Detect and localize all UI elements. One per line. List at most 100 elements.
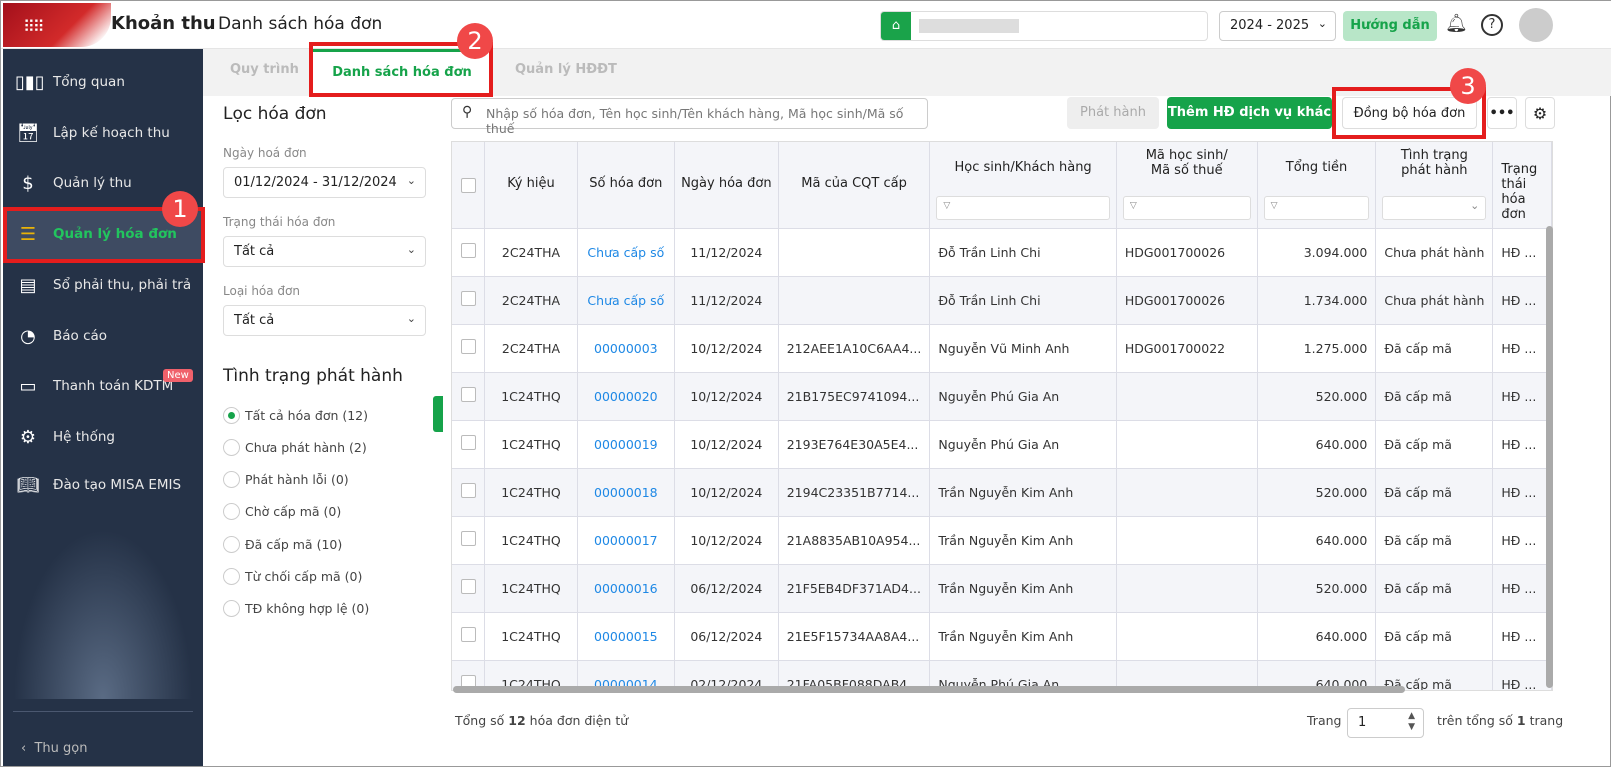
sidebar-item-training[interactable]: 📖︎ Đào tạo MISA EMIS bbox=[3, 460, 203, 510]
cell-invoice-date: 10/12/2024 bbox=[674, 420, 779, 469]
row-checkbox[interactable] bbox=[452, 276, 486, 325]
col-issue-status[interactable]: Tình trạng phát hành ⌄ bbox=[1375, 142, 1494, 229]
sidebar-item-label: Đào tạo MISA EMIS bbox=[53, 477, 182, 493]
radio-issue-error[interactable]: Phát hành lỗi (0) bbox=[223, 471, 349, 488]
table-row[interactable]: 2C24THA 00000003 10/12/2024 212AEE1A10C6AA4… bbox=[452, 324, 1552, 373]
cell-invoice-number[interactable]: 00000018 bbox=[577, 468, 675, 517]
col-student-id[interactable]: Mã học sinh/ Mã số thuế ▽ bbox=[1116, 142, 1258, 229]
col-symbol[interactable]: Ký hiệu bbox=[484, 142, 578, 229]
radio-coded[interactable]: Đã cấp mã (10) bbox=[223, 536, 342, 553]
guide-button[interactable]: Hướng dẫn bbox=[1343, 11, 1437, 41]
collapse-button[interactable]: ‹ Thu gọn bbox=[21, 741, 87, 756]
bell-icon[interactable]: 🔔︎ bbox=[1445, 13, 1468, 34]
row-checkbox[interactable] bbox=[452, 468, 486, 517]
cell-issue-status: Đã cấp mã bbox=[1375, 516, 1494, 565]
table-row[interactable]: 2C24THA Chưa cấp số 11/12/2024 Đỗ Trần Linh… bbox=[452, 228, 1552, 277]
total-prefix: Tổng số bbox=[455, 713, 505, 728]
tab-process[interactable]: Quy trình bbox=[230, 49, 299, 96]
sidebar-item-reports[interactable]: ◔ Báo cáo bbox=[3, 311, 203, 361]
table-row[interactable]: 1C24THQ 00000015 06/12/2024 21E5F15734AA8A4… bbox=[452, 612, 1552, 661]
avatar[interactable] bbox=[1519, 8, 1553, 42]
horizontal-scrollbar[interactable] bbox=[453, 686, 1405, 693]
issue-button[interactable]: Phát hành bbox=[1067, 97, 1159, 129]
sync-invoices-button[interactable]: Đồng bộ hóa đơn bbox=[1342, 97, 1477, 129]
search-placeholder: Nhập số hóa đơn, Tên học sinh/Tên khách … bbox=[486, 106, 904, 136]
table-row[interactable]: 1C24THQ 00000017 10/12/2024 21A8835AB10A954… bbox=[452, 516, 1552, 565]
step-badge-2: 2 bbox=[457, 23, 493, 59]
row-checkbox[interactable] bbox=[452, 228, 486, 277]
cell-invoice-number[interactable]: 00000020 bbox=[577, 372, 675, 421]
tab-e-invoice[interactable]: Quản lý HĐĐT bbox=[515, 49, 617, 96]
sidebar-item-payment[interactable]: ▭ Thanh toán KDTM New bbox=[3, 361, 203, 411]
row-checkbox[interactable] bbox=[452, 420, 486, 469]
cell-invoice-number[interactable]: 00000015 bbox=[577, 612, 675, 661]
sidebar-item-ledger[interactable]: ▤ Sổ phải thu, phải trả bbox=[3, 260, 203, 310]
table-row[interactable]: 1C24THQ 00000020 10/12/2024 21B175EC9741094… bbox=[452, 372, 1552, 421]
radio-pending-code[interactable]: Chờ cấp mã (0) bbox=[223, 503, 341, 520]
radio-label: Tất cả hóa đơn (12) bbox=[245, 408, 369, 423]
col-tax-code[interactable]: Mã của CQT cấp bbox=[778, 142, 931, 229]
sidebar-item-plan[interactable]: 📅︎ Lập kế hoạch thu bbox=[3, 108, 203, 158]
app-grid-icon[interactable]: ⠿⠿ bbox=[23, 17, 44, 36]
chevron-down-icon: ⌄ bbox=[406, 174, 416, 187]
collapse-filter-handle[interactable] bbox=[433, 396, 443, 432]
radio-label: Từ chối cấp mã (0) bbox=[245, 569, 363, 584]
cell-student-id bbox=[1116, 564, 1258, 613]
col-total[interactable]: Tổng tiền ▽ bbox=[1257, 142, 1377, 229]
radio-all[interactable]: Tất cả hóa đơn (12) bbox=[223, 407, 368, 424]
row-checkbox[interactable] bbox=[452, 612, 486, 661]
school-year-select[interactable]: 2024 - 2025 ⌄ bbox=[1219, 11, 1336, 41]
cell-invoice-number[interactable]: Chưa cấp số bbox=[577, 276, 675, 325]
add-service-invoice-button[interactable]: Thêm HĐ dịch vụ khác bbox=[1167, 97, 1332, 129]
cell-invoice-number[interactable]: 00000017 bbox=[577, 516, 675, 565]
radio-unselected bbox=[223, 568, 240, 585]
filter-input[interactable]: ▽ bbox=[936, 195, 1110, 220]
cell-total: 640.000 bbox=[1257, 612, 1377, 661]
sidebar-item-system[interactable]: ⚙ Hệ thống bbox=[3, 412, 203, 462]
sidebar-item-overview[interactable]: ▯▮▯ Tổng quan bbox=[3, 57, 203, 107]
row-checkbox[interactable] bbox=[452, 516, 486, 565]
cell-symbol: 2C24THA bbox=[484, 228, 578, 277]
settings-gear-icon[interactable]: ⚙ bbox=[1525, 97, 1555, 129]
row-checkbox[interactable] bbox=[452, 324, 486, 373]
table-row[interactable]: 1C24THQ 00000016 06/12/2024 21F5EB4DF371AD4… bbox=[452, 564, 1552, 613]
page-number-input[interactable]: 1 ▲ ▼ bbox=[1347, 708, 1424, 738]
filter-input[interactable]: ▽ bbox=[1122, 195, 1251, 220]
cell-invoice-number[interactable]: Chưa cấp số bbox=[577, 228, 675, 277]
cell-invoice-number[interactable]: 00000003 bbox=[577, 324, 675, 373]
cell-customer: Nguyễn Phú Gia An bbox=[929, 372, 1117, 421]
vertical-scrollbar[interactable] bbox=[1546, 226, 1553, 688]
date-range-select[interactable]: 01/12/2024 - 31/12/2024 ⌄ bbox=[223, 167, 426, 198]
chevron-left-icon: ‹ bbox=[21, 741, 27, 756]
select-all-checkbox[interactable] bbox=[452, 142, 486, 229]
cell-invoice-number[interactable]: 00000016 bbox=[577, 564, 675, 613]
radio-label: Chờ cấp mã (0) bbox=[245, 504, 342, 519]
filter-input[interactable]: ▽ bbox=[1263, 195, 1370, 220]
more-icon[interactable]: ••• bbox=[1487, 97, 1517, 129]
table-row[interactable]: 1C24THQ 00000019 10/12/2024 2193E764E30A5E4… bbox=[452, 420, 1552, 469]
row-checkbox[interactable] bbox=[452, 372, 486, 421]
row-checkbox[interactable] bbox=[452, 564, 486, 613]
cell-tax-code bbox=[778, 228, 931, 277]
app-logo[interactable]: ⠿⠿ bbox=[3, 3, 111, 47]
help-icon[interactable]: ? bbox=[1481, 14, 1503, 36]
status-select[interactable]: Tất cả ⌄ bbox=[223, 236, 426, 267]
cell-student-id bbox=[1116, 420, 1258, 469]
col-invoice-date[interactable]: Ngày hóa đơn bbox=[674, 142, 779, 229]
radio-rejected[interactable]: Từ chối cấp mã (0) bbox=[223, 568, 362, 585]
cell-symbol: 1C24THQ bbox=[484, 468, 578, 517]
col-invoice-status[interactable]: Trạng thái hóa đơn bbox=[1492, 142, 1552, 229]
col-customer[interactable]: Học sinh/Khách hàng ▽ bbox=[929, 142, 1117, 229]
top-bar: ⠿⠿ Khoản thu Danh sách hóa đơn ⌂ 2024 - … bbox=[1, 1, 1611, 49]
school-selector[interactable]: ⌂ bbox=[880, 11, 1208, 41]
col-invoice-number[interactable]: Số hóa đơn bbox=[577, 142, 675, 229]
stepper-icon[interactable]: ▲ ▼ bbox=[1408, 711, 1415, 733]
table-row[interactable]: 1C24THQ 00000018 10/12/2024 2194C23351B7714… bbox=[452, 468, 1552, 517]
table-row[interactable]: 2C24THA Chưa cấp số 11/12/2024 Đỗ Trần Linh… bbox=[452, 276, 1552, 325]
filter-select[interactable]: ⌄ bbox=[1382, 195, 1487, 220]
search-input[interactable]: ⚲ Nhập số hóa đơn, Tên học sinh/Tên khách… bbox=[451, 98, 928, 136]
cell-invoice-number[interactable]: 00000019 bbox=[577, 420, 675, 469]
type-select[interactable]: Tất cả ⌄ bbox=[223, 305, 426, 336]
radio-not-issued[interactable]: Chưa phát hành (2) bbox=[223, 439, 367, 456]
radio-invalid[interactable]: TĐ không hợp lệ (0) bbox=[223, 600, 369, 617]
